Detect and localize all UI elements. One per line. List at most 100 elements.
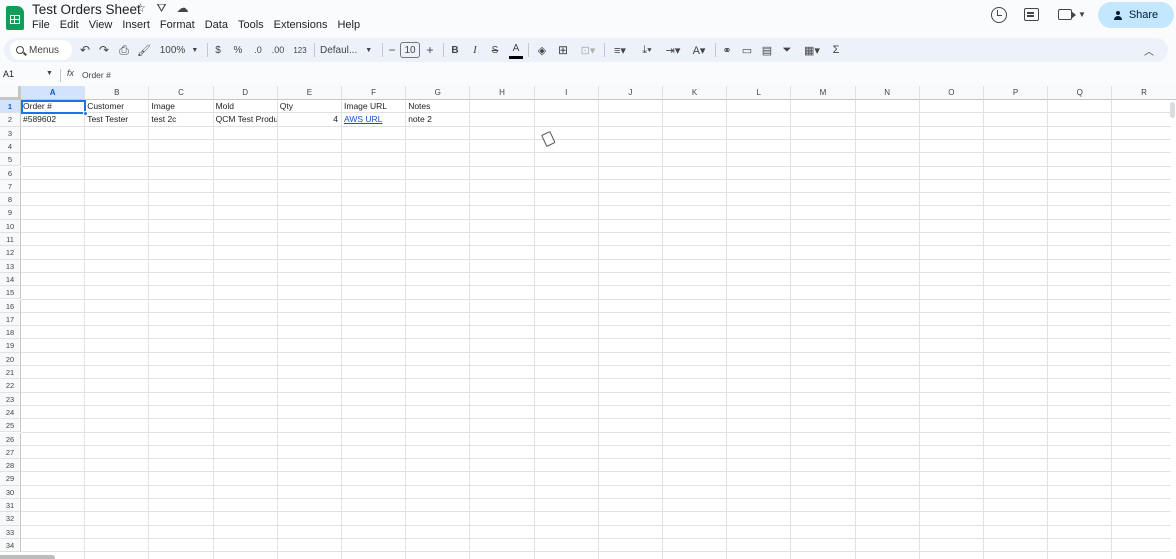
column-header-r[interactable]: R: [1112, 86, 1176, 100]
cell-g2[interactable]: note 2: [406, 113, 469, 126]
sum-button[interactable]: Σ: [829, 38, 843, 62]
menu-view[interactable]: View: [89, 18, 118, 32]
column-header-n[interactable]: N: [855, 86, 920, 100]
row-header-32[interactable]: 32: [0, 512, 21, 526]
column-header-a[interactable]: A: [21, 86, 86, 100]
star-icon[interactable]: ☆: [134, 2, 147, 15]
menu-insert[interactable]: Insert: [122, 18, 155, 32]
row-header-34[interactable]: 34: [0, 538, 21, 553]
cell-a2[interactable]: #589602: [21, 113, 84, 126]
valign-icon[interactable]: ⤓▾: [636, 38, 658, 62]
menu-extensions[interactable]: Extensions: [274, 18, 333, 32]
row-header-9[interactable]: 9: [0, 206, 21, 220]
row-header-28[interactable]: 28: [0, 459, 21, 473]
row-header-23[interactable]: 23: [0, 392, 21, 406]
chevron-down-icon[interactable]: ▼: [46, 70, 53, 77]
currency-button[interactable]: $: [212, 38, 224, 62]
row-header-30[interactable]: 30: [0, 485, 21, 499]
column-header-e[interactable]: E: [277, 86, 342, 100]
cell-b1[interactable]: Customer: [85, 100, 148, 113]
share-button[interactable]: Share: [1098, 2, 1174, 28]
sheets-logo-icon[interactable]: [6, 6, 24, 30]
row-header-33[interactable]: 33: [0, 525, 21, 539]
column-header-b[interactable]: B: [85, 86, 150, 100]
wrap-icon[interactable]: ⇥▾: [662, 38, 684, 62]
row-header-22[interactable]: 22: [0, 379, 21, 393]
column-header-l[interactable]: L: [727, 86, 792, 100]
column-header-m[interactable]: M: [791, 86, 856, 100]
row-header-11[interactable]: 11: [0, 233, 21, 247]
row-header-14[interactable]: 14: [0, 272, 21, 287]
decrease-font-size-button[interactable]: −: [386, 38, 398, 62]
formula-input[interactable]: Order #: [82, 70, 111, 80]
row-header-25[interactable]: 25: [0, 419, 21, 433]
column-header-c[interactable]: C: [149, 86, 214, 100]
rotate-icon[interactable]: A▾: [688, 38, 710, 62]
row-header-15[interactable]: 15: [0, 286, 21, 300]
cell-b2[interactable]: Test Tester: [85, 113, 148, 126]
row-header-2[interactable]: 2: [0, 113, 21, 127]
increase-decimal-button[interactable]: .00: [270, 38, 286, 62]
row-header-13[interactable]: 13: [0, 259, 21, 273]
chevron-down-icon[interactable]: ▼: [1078, 10, 1086, 19]
row-header-20[interactable]: 20: [0, 352, 21, 366]
meet-icon[interactable]: [1058, 9, 1076, 20]
row-header-8[interactable]: 8: [0, 193, 21, 207]
vertical-scrollbar[interactable]: [1170, 102, 1175, 118]
zoom-select[interactable]: 100% ▼: [157, 38, 201, 62]
drive-move-icon[interactable]: ⛛: [155, 2, 168, 15]
row-header-6[interactable]: 6: [0, 166, 21, 180]
row-header-19[interactable]: 19: [0, 339, 21, 353]
row-header-4[interactable]: 4: [0, 139, 21, 154]
column-header-h[interactable]: H: [470, 86, 535, 100]
column-header-o[interactable]: O: [919, 86, 984, 100]
italic-button[interactable]: I: [468, 38, 482, 62]
row-header-27[interactable]: 27: [0, 445, 21, 460]
merge-icon[interactable]: ⊡▾: [576, 38, 600, 62]
column-header-q[interactable]: Q: [1048, 86, 1113, 100]
row-header-29[interactable]: 29: [0, 472, 21, 486]
redo-icon[interactable]: ↷: [97, 38, 111, 62]
row-header-31[interactable]: 31: [0, 499, 21, 513]
column-header-k[interactable]: K: [663, 86, 728, 100]
column-header-j[interactable]: J: [598, 86, 663, 100]
cell-d2[interactable]: QCM Test Produ: [214, 113, 277, 126]
chart-icon[interactable]: ▤: [760, 38, 774, 62]
bold-button[interactable]: B: [448, 38, 462, 62]
row-header-26[interactable]: 26: [0, 432, 21, 446]
cell-f2[interactable]: AWS URL: [342, 113, 405, 126]
filter-views-icon[interactable]: ▦▾: [800, 38, 824, 62]
cell-g1[interactable]: Notes: [406, 100, 469, 113]
row-header-24[interactable]: 24: [0, 405, 21, 420]
filter-icon[interactable]: ⏷: [780, 38, 794, 62]
strikethrough-button[interactable]: S: [488, 38, 502, 62]
align-icon[interactable]: ≡▾: [609, 38, 631, 62]
menu-tools[interactable]: Tools: [238, 18, 269, 32]
font-size-input[interactable]: 10: [400, 42, 420, 58]
percent-button[interactable]: %: [232, 38, 244, 62]
column-header-d[interactable]: D: [213, 86, 278, 100]
cell-f1[interactable]: Image URL: [342, 100, 405, 113]
select-all-corner[interactable]: [0, 86, 21, 100]
row-header-5[interactable]: 5: [0, 153, 21, 167]
column-header-p[interactable]: P: [984, 86, 1049, 100]
row-header-12[interactable]: 12: [0, 246, 21, 260]
link-icon[interactable]: ⚭: [720, 38, 734, 62]
decrease-decimal-button[interactable]: .0: [251, 38, 265, 62]
font-family-select[interactable]: Defaul... ▼: [320, 38, 378, 62]
cell-c2[interactable]: test 2c: [149, 113, 212, 126]
column-header-g[interactable]: G: [406, 86, 471, 100]
row-header-16[interactable]: 16: [0, 299, 21, 313]
row-header-3[interactable]: 3: [0, 126, 21, 140]
row-header-1[interactable]: 1: [0, 100, 21, 114]
undo-icon[interactable]: ↶: [78, 38, 92, 62]
cell-e1[interactable]: Qty: [278, 100, 341, 113]
row-header-10[interactable]: 10: [0, 219, 21, 233]
fill-color-icon[interactable]: ◈: [535, 38, 549, 62]
more-formats-button[interactable]: 123: [291, 38, 309, 62]
menu-help[interactable]: Help: [337, 18, 365, 32]
increase-font-size-button[interactable]: +: [424, 38, 436, 62]
cloud-saved-icon[interactable]: ☁: [176, 2, 189, 15]
cell-d1[interactable]: Mold: [214, 100, 277, 113]
cell-c1[interactable]: Image: [149, 100, 212, 113]
